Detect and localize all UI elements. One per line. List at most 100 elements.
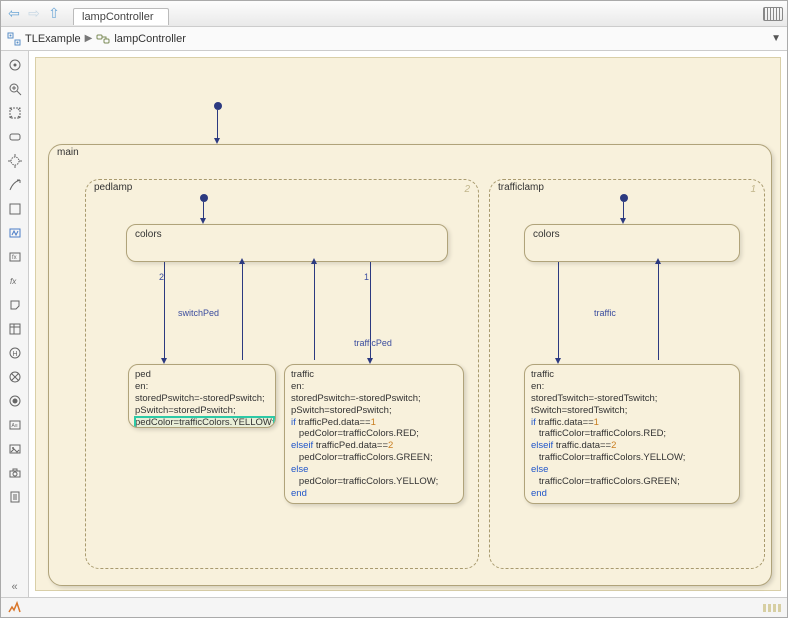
tt-n1: 1 <box>594 417 599 428</box>
state-ped[interactable]: ped en: storedPswitch=-storedPswitch; pS… <box>128 364 276 428</box>
arrow-trafficped-up <box>311 258 317 264</box>
arrow-switchped-up <box>239 258 245 264</box>
label-trafficped: trafficPed <box>354 338 392 348</box>
graphical-fn-icon[interactable]: fx <box>5 247 25 267</box>
pt-title: traffic <box>291 369 314 380</box>
trafficlamp-colors-label: colors <box>533 229 560 240</box>
tab-lampcontroller[interactable]: lampController <box>73 8 169 25</box>
pt-c2: trafficPed.data== <box>313 440 388 451</box>
window: ⇦ ⇨ ⇧ lampController TLExample ▶ lampCon… <box>0 0 788 618</box>
state-tool-icon[interactable] <box>5 127 25 147</box>
condition-icon[interactable] <box>5 367 25 387</box>
ped-title: ped <box>135 369 151 380</box>
pt-n2: 2 <box>388 440 393 451</box>
svg-text:fx: fx <box>10 277 17 286</box>
tt-end: end <box>531 488 547 499</box>
default-transition-line <box>217 110 218 140</box>
default-transition-dot <box>214 102 222 110</box>
tt-c2: traffic.data== <box>553 440 611 451</box>
line-traffic-down <box>558 262 559 360</box>
tt-l2: storedTswitch=-storedTswitch; <box>531 393 657 404</box>
collapse-icon[interactable]: « <box>11 581 17 593</box>
image-icon[interactable] <box>5 439 25 459</box>
tt-l5: trafficColor=trafficColors.RED; <box>531 428 666 439</box>
status-bar <box>1 597 787 617</box>
main-area: fx fx H A≡ « main <box>1 51 787 597</box>
state-main[interactable]: main pedlamp 2 colors 2 1 <box>48 144 772 586</box>
side-toolbar: fx fx H A≡ « <box>1 51 29 597</box>
state-trafficlamp[interactable]: trafficlamp 1 colors traffic <box>489 179 765 569</box>
pt-l3: pSwitch=storedPswitch; <box>291 405 392 416</box>
label-traffic: traffic <box>594 308 616 318</box>
arrow-traffic-up <box>655 258 661 264</box>
truth-table-icon[interactable] <box>5 319 25 339</box>
pt-l7: pedColor=trafficColors.GREEN; <box>291 452 433 463</box>
zoom-in-icon[interactable] <box>5 79 25 99</box>
svg-text:A≡: A≡ <box>11 423 17 429</box>
tt-l7: trafficColor=trafficColors.YELLOW; <box>531 452 685 463</box>
model-icon[interactable] <box>7 32 21 46</box>
fit-icon[interactable] <box>5 103 25 123</box>
pt-l5: pedColor=trafficColors.RED; <box>291 428 419 439</box>
matlab-fn-icon[interactable]: fx <box>5 271 25 291</box>
pedlamp-order: 2 <box>464 184 470 195</box>
chevron-right-icon: ▶ <box>85 33 93 44</box>
dropdown-icon[interactable]: ▼ <box>771 33 781 44</box>
state-pedlamp[interactable]: pedlamp 2 colors 2 1 <box>85 179 479 569</box>
pedlamp-colors[interactable]: colors <box>126 224 448 262</box>
camera-icon[interactable] <box>5 463 25 483</box>
report-icon[interactable] <box>5 487 25 507</box>
ped-l2: storedPswitch=-storedPswitch; <box>135 393 265 404</box>
tab-label: lampController <box>82 11 154 23</box>
box-tool-icon[interactable] <box>5 199 25 219</box>
tt-l9: trafficColor=trafficColors.GREEN; <box>531 476 680 487</box>
annotation-icon[interactable] <box>5 295 25 315</box>
trafficlamp-default-dot <box>620 194 628 202</box>
up-icon[interactable]: ⇧ <box>45 5 63 23</box>
tt-n2: 2 <box>611 440 616 451</box>
line-switchped-up <box>242 262 243 360</box>
stateflow-icon <box>96 32 110 46</box>
junction-tool-icon[interactable] <box>5 151 25 171</box>
text-box-icon[interactable]: A≡ <box>5 415 25 435</box>
status-indicator <box>763 604 781 612</box>
tt-l3: tSwitch=storedTswitch; <box>531 405 627 416</box>
tt-title: traffic <box>531 369 554 380</box>
pt-elseif: elseif <box>291 440 313 451</box>
pedlamp-colors-label: colors <box>135 229 162 240</box>
svg-text:H: H <box>12 351 17 358</box>
line-traffic-up <box>658 262 659 360</box>
pt-else: else <box>291 464 308 475</box>
trafficlamp-colors[interactable]: colors <box>524 224 740 262</box>
state-trafficlamp-traffic[interactable]: traffic en: storedTswitch=-storedTswitch… <box>524 364 740 504</box>
breadcrumb-root[interactable]: TLExample <box>25 33 81 45</box>
tt-elseif: elseif <box>531 440 553 451</box>
history-icon[interactable]: H <box>5 343 25 363</box>
line-trafficped-up <box>314 262 315 360</box>
label-switchped: switchPed <box>178 308 219 318</box>
simulink-fn-icon[interactable] <box>5 223 25 243</box>
pt-c1: trafficPed.data== <box>296 417 371 428</box>
ped-l1: en: <box>135 381 148 392</box>
forward-icon[interactable]: ⇨ <box>25 5 43 23</box>
line-switchped-down <box>164 262 165 360</box>
record-icon[interactable] <box>5 391 25 411</box>
breadcrumb: TLExample ▶ lampController ▼ <box>1 27 787 51</box>
canvas[interactable]: main pedlamp 2 colors 2 1 <box>35 57 781 591</box>
pt-end: end <box>291 488 307 499</box>
pt-l1: en: <box>291 381 304 392</box>
pt-n1: 1 <box>371 417 376 428</box>
keyboard-icon[interactable] <box>763 7 783 21</box>
target-icon[interactable] <box>5 55 25 75</box>
order-1: 1 <box>364 272 369 282</box>
pt-l9: pedColor=trafficColors.YELLOW; <box>291 476 438 487</box>
back-icon[interactable]: ⇦ <box>5 5 23 23</box>
state-pedlamp-label: pedlamp <box>94 182 132 193</box>
pt-l2: storedPswitch=-storedPswitch; <box>291 393 421 404</box>
transition-tool-icon[interactable] <box>5 175 25 195</box>
canvas-wrap: main pedlamp 2 colors 2 1 <box>29 51 787 597</box>
state-pedlamp-traffic[interactable]: traffic en: storedPswitch=-storedPswitch… <box>284 364 464 504</box>
matlab-icon[interactable] <box>7 601 21 615</box>
ped-l3: pSwitch=storedPswitch; <box>135 405 236 416</box>
breadcrumb-leaf[interactable]: lampController <box>114 33 186 45</box>
